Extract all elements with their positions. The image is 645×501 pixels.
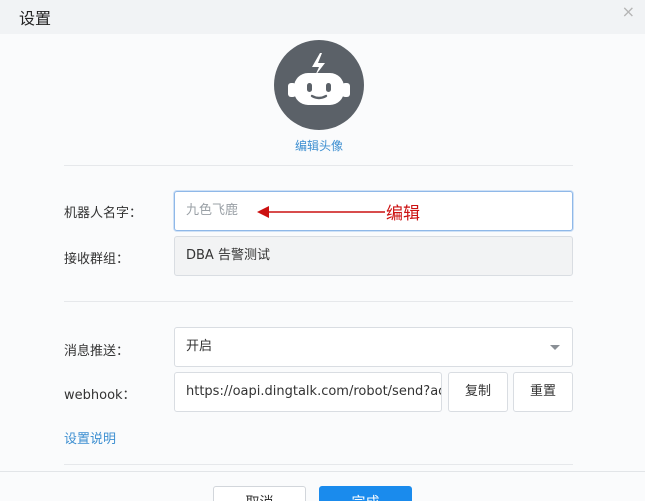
edit-avatar-link[interactable]: 编辑头像 — [280, 137, 358, 154]
receive-group-label: 接收群组： — [64, 252, 130, 267]
divider — [64, 301, 573, 302]
webhook-value: https://oapi.dingtalk.com/robot/send?acc… — [186, 384, 441, 399]
annotation-text: 编辑 — [386, 204, 420, 224]
webhook-label: webhook： — [64, 388, 136, 403]
robot-icon — [288, 53, 350, 105]
message-push-select[interactable]: 开启 — [174, 327, 573, 367]
robot-avatar[interactable] — [274, 40, 364, 130]
close-icon[interactable]: × — [622, 3, 635, 21]
settings-dialog: 设置 × 编辑头像 机器人名字： 九色飞鹿 编辑 接收群组： DBA 告警测试 … — [0, 0, 645, 501]
divider — [64, 165, 573, 166]
copy-button[interactable]: 复制 — [448, 372, 508, 412]
receive-group-value: DBA 告警测试 — [186, 248, 270, 263]
cancel-button[interactable]: 取消 — [213, 486, 306, 501]
receive-group-field: DBA 告警测试 — [174, 236, 573, 276]
footer-divider — [0, 471, 645, 472]
message-push-value: 开启 — [186, 339, 213, 354]
dialog-header: 设置 × — [0, 0, 645, 34]
done-button[interactable]: 完成 — [319, 486, 412, 501]
message-push-label: 消息推送： — [64, 344, 130, 359]
dialog-title: 设置 — [19, 9, 52, 28]
reset-button[interactable]: 重置 — [513, 372, 573, 412]
robot-name-label: 机器人名字： — [64, 206, 143, 221]
chevron-down-icon — [550, 345, 560, 350]
webhook-input[interactable]: https://oapi.dingtalk.com/robot/send?acc… — [174, 372, 442, 412]
settings-help-link[interactable]: 设置说明 — [64, 428, 116, 447]
divider — [64, 464, 573, 465]
annotation-arrow-icon — [257, 206, 385, 218]
robot-name-placeholder: 九色飞鹿 — [186, 203, 239, 218]
